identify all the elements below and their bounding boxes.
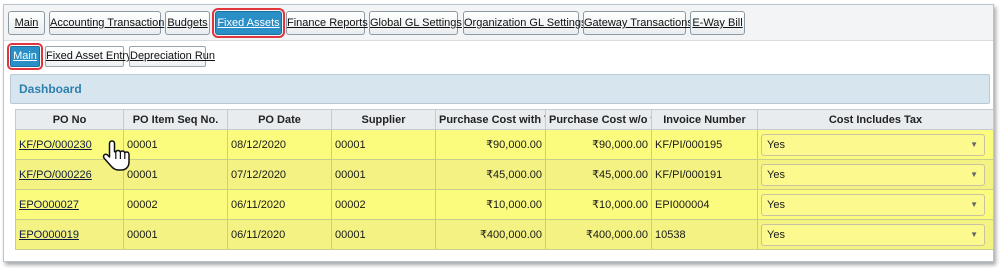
po-date-cell: 06/11/2020	[227, 219, 332, 250]
triangle-down-icon: ▼	[970, 229, 978, 239]
column-header-purchase-cost-with-tax[interactable]: Purchase Cost with Tax	[435, 109, 546, 130]
column-header-invoice-number[interactable]: Invoice Number	[651, 109, 758, 130]
main-tab-bar: Main Accounting Transaction Budgets Fixe…	[4, 5, 993, 41]
tab-accounting-transaction[interactable]: Accounting Transaction	[49, 11, 164, 35]
supplier-cell: 00001	[331, 159, 436, 190]
tab-organization-gl-settings[interactable]: Organization GL Settings	[463, 11, 587, 35]
table-header-row: PO No PO Item Seq No. PO Date Supplier P…	[15, 109, 994, 130]
invoice-number-cell: 10538	[651, 219, 758, 250]
triangle-down-icon: ▼	[970, 169, 978, 179]
po-item-seq-cell: 00002	[123, 189, 228, 220]
table-row: EPO000019 00001 06/11/2020 00001 ₹400,00…	[15, 219, 994, 250]
cost-includes-tax-cell: Yes ▼	[757, 129, 994, 160]
purchase-cost-wo-tax-cell: ₹10,000.00	[545, 189, 652, 220]
po-number-link[interactable]: EPO000027	[15, 189, 124, 220]
column-header-supplier[interactable]: Supplier	[331, 109, 436, 130]
purchase-cost-wo-tax-cell: ₹90,000.00	[545, 129, 652, 160]
tab-gateway-transactions[interactable]: Gateway Transactions	[583, 11, 693, 35]
select-value: Yes	[767, 228, 785, 241]
purchase-cost-with-tax-cell: ₹10,000.00	[435, 189, 546, 220]
cost-includes-tax-select[interactable]: Yes ▼	[761, 193, 985, 216]
tab-global-gl-settings[interactable]: Global GL Settings	[369, 11, 462, 35]
dashboard-header: Dashboard	[10, 74, 990, 104]
purchase-cost-wo-tax-cell: ₹45,000.00	[545, 159, 652, 190]
column-header-cost-includes-tax[interactable]: Cost Includes Tax	[757, 109, 994, 130]
po-number-link[interactable]: EPO000019	[15, 219, 124, 250]
po-date-cell: 06/11/2020	[227, 189, 332, 220]
cost-includes-tax-select[interactable]: Yes ▼	[761, 133, 985, 156]
cost-includes-tax-cell: Yes ▼	[757, 219, 994, 250]
table-row: EPO000027 00002 06/11/2020 00002 ₹10,000…	[15, 189, 994, 220]
app-window: Main Accounting Transaction Budgets Fixe…	[3, 4, 994, 262]
supplier-cell: 00002	[331, 189, 436, 220]
supplier-cell: 00001	[331, 219, 436, 250]
invoice-number-cell: KF/PI/000195	[651, 129, 758, 160]
tab-e-way-bill[interactable]: E-Way Bill	[690, 11, 745, 35]
po-item-seq-cell: 00001	[123, 129, 228, 160]
invoice-number-cell: KF/PI/000191	[651, 159, 758, 190]
table-row: KF/PO/000230 00001 08/12/2020 00001 ₹90,…	[15, 129, 994, 160]
po-item-seq-cell: 00001	[123, 219, 228, 250]
purchase-cost-wo-tax-cell: ₹400,000.00	[545, 219, 652, 250]
subtab-depreciation-run[interactable]: Depreciation Run	[129, 46, 215, 67]
cost-includes-tax-cell: Yes ▼	[757, 159, 994, 190]
cost-includes-tax-cell: Yes ▼	[757, 189, 994, 220]
select-value: Yes	[767, 168, 785, 181]
triangle-down-icon: ▼	[970, 199, 978, 209]
supplier-cell: 00001	[331, 129, 436, 160]
column-header-purchase-cost-wo-tax[interactable]: Purchase Cost w/o tax	[545, 109, 652, 130]
triangle-down-icon: ▼	[970, 139, 978, 149]
tab-budgets[interactable]: Budgets	[165, 11, 210, 35]
po-date-cell: 08/12/2020	[227, 129, 332, 160]
select-value: Yes	[767, 138, 785, 151]
cost-includes-tax-select[interactable]: Yes ▼	[761, 163, 985, 186]
hand-pointer-icon	[102, 140, 130, 171]
sub-tab-bar: Main Fixed Asset Entry Depreciation Run	[4, 42, 993, 72]
tab-main[interactable]: Main	[8, 11, 45, 35]
column-header-po-no[interactable]: PO No	[15, 109, 124, 130]
subtab-fixed-asset-entry[interactable]: Fixed Asset Entry	[45, 46, 132, 67]
subtab-main[interactable]: Main	[7, 43, 43, 70]
po-date-cell: 07/12/2020	[227, 159, 332, 190]
purchase-order-table: PO No PO Item Seq No. PO Date Supplier P…	[15, 109, 994, 250]
po-item-seq-cell: 00001	[123, 159, 228, 190]
select-value: Yes	[767, 198, 785, 211]
tab-finance-reports[interactable]: Finance Reports	[286, 11, 368, 35]
column-header-po-item-seq-no[interactable]: PO Item Seq No.	[123, 109, 228, 130]
tab-fixed-assets[interactable]: Fixed Assets	[212, 8, 285, 38]
cost-includes-tax-select[interactable]: Yes ▼	[761, 223, 985, 246]
purchase-cost-with-tax-cell: ₹90,000.00	[435, 129, 546, 160]
column-header-po-date[interactable]: PO Date	[227, 109, 332, 130]
purchase-cost-with-tax-cell: ₹400,000.00	[435, 219, 546, 250]
purchase-cost-with-tax-cell: ₹45,000.00	[435, 159, 546, 190]
invoice-number-cell: EPI000004	[651, 189, 758, 220]
table-row: KF/PO/000226 00001 07/12/2020 00001 ₹45,…	[15, 159, 994, 190]
